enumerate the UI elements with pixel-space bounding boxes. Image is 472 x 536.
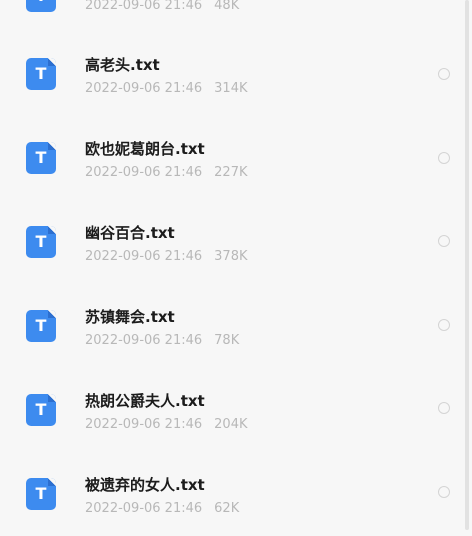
file-row[interactable]: T 苏镇舞会.txt 2022-09-06 21:46 78K bbox=[0, 284, 472, 368]
file-name: 苏镇舞会.txt bbox=[85, 308, 175, 326]
file-size: 227K bbox=[214, 165, 248, 180]
file-row[interactable]: T 热朗公爵夫人.txt 2022-09-06 21:46 204K bbox=[0, 368, 472, 452]
text-file-icon: T bbox=[26, 58, 56, 90]
file-date: 2022-09-06 21:46 bbox=[85, 501, 203, 516]
select-radio[interactable] bbox=[438, 319, 450, 331]
file-size: 378K bbox=[214, 249, 248, 264]
text-file-icon: T bbox=[26, 0, 56, 12]
file-meta: 2022-09-06 21:46 314K bbox=[85, 81, 248, 96]
file-date: 2022-09-06 21:46 bbox=[85, 333, 203, 348]
file-meta: 2022-09-06 21:46 62K bbox=[85, 501, 239, 516]
file-name: 热朗公爵夫人.txt bbox=[85, 392, 205, 410]
text-file-icon: T bbox=[26, 478, 56, 510]
scrollbar[interactable] bbox=[465, 0, 469, 530]
file-row[interactable]: T 被遗弃的女人.txt 2022-09-06 21:46 62K bbox=[0, 452, 472, 536]
file-list: T 2022-09-06 21:46 48K T 高老头.txt 2022-09-… bbox=[0, 0, 472, 530]
file-name: 幽谷百合.txt bbox=[85, 224, 175, 242]
file-name: 被遗弃的女人.txt bbox=[85, 476, 205, 494]
text-file-icon: T bbox=[26, 226, 56, 258]
text-file-icon: T bbox=[26, 310, 56, 342]
file-meta: 2022-09-06 21:46 48K bbox=[85, 0, 239, 13]
select-radio[interactable] bbox=[438, 152, 450, 164]
file-date: 2022-09-06 21:46 bbox=[85, 81, 203, 96]
file-meta: 2022-09-06 21:46 78K bbox=[85, 333, 239, 348]
file-name: 欧也妮葛朗台.txt bbox=[85, 140, 205, 158]
text-file-icon: T bbox=[26, 394, 56, 426]
file-row[interactable]: T 高老头.txt 2022-09-06 21:46 314K bbox=[0, 32, 472, 116]
file-row[interactable]: T 幽谷百合.txt 2022-09-06 21:46 378K bbox=[0, 200, 472, 284]
text-file-icon: T bbox=[26, 142, 56, 174]
select-radio[interactable] bbox=[438, 486, 450, 498]
file-size: 78K bbox=[214, 333, 240, 348]
file-row[interactable]: T 2022-09-06 21:46 48K bbox=[0, 0, 472, 13]
select-radio[interactable] bbox=[438, 68, 450, 80]
select-radio[interactable] bbox=[438, 402, 450, 414]
file-date: 2022-09-06 21:46 bbox=[85, 0, 203, 13]
file-size: 62K bbox=[214, 501, 240, 516]
file-date: 2022-09-06 21:46 bbox=[85, 249, 203, 264]
file-row[interactable]: T 欧也妮葛朗台.txt 2022-09-06 21:46 227K bbox=[0, 116, 472, 200]
file-size: 48K bbox=[214, 0, 240, 13]
file-date: 2022-09-06 21:46 bbox=[85, 417, 203, 432]
file-meta: 2022-09-06 21:46 204K bbox=[85, 417, 248, 432]
file-date: 2022-09-06 21:46 bbox=[85, 165, 203, 180]
file-size: 204K bbox=[214, 417, 248, 432]
select-radio[interactable] bbox=[438, 235, 450, 247]
file-name: 高老头.txt bbox=[85, 56, 160, 74]
file-size: 314K bbox=[214, 81, 248, 96]
file-meta: 2022-09-06 21:46 378K bbox=[85, 249, 248, 264]
file-meta: 2022-09-06 21:46 227K bbox=[85, 165, 248, 180]
